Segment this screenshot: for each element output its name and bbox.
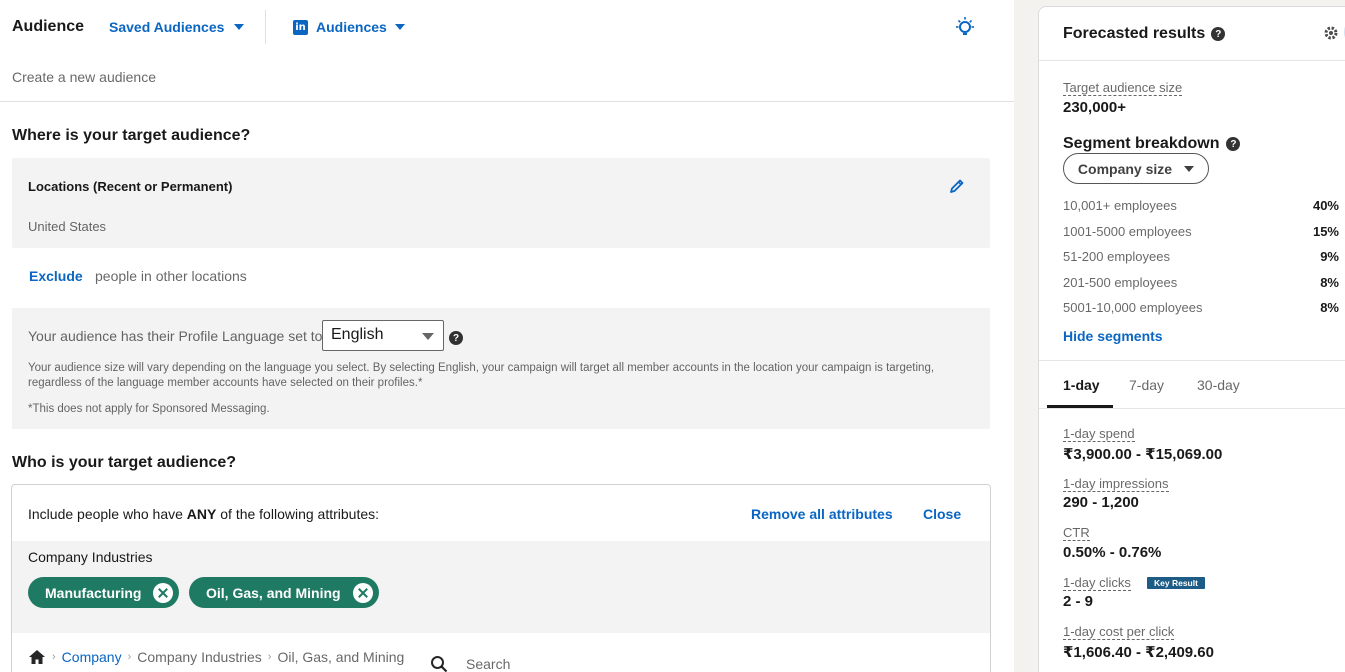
saved-audiences-label: Saved Audiences (109, 19, 225, 35)
audiences-label: Audiences (316, 19, 387, 35)
breadcrumb-separator: › (127, 651, 132, 663)
segment-row: 5001-10,000 employees 8% (1063, 300, 1339, 315)
segment-row: 51-200 employees 9% (1063, 249, 1339, 264)
target-audience-size-value: 230,000+ (1063, 99, 1126, 116)
locations-value: United States (28, 219, 107, 234)
who-heading: Who is your target audience? (12, 454, 237, 471)
breadcrumb-separator: › (267, 651, 272, 663)
forecast-panel: Forecasted results ? Target audience siz… (1038, 6, 1345, 672)
segment-row: 10,001+ employees 40% (1063, 198, 1339, 213)
home-icon[interactable] (28, 649, 46, 665)
industry-search[interactable]: Search (430, 655, 510, 672)
industries-label: Company Industries (28, 549, 153, 565)
language-card: Your audience has their Profile Language… (12, 308, 990, 429)
search-placeholder: Search (466, 656, 511, 672)
key-result-badge: Key Result (1147, 577, 1205, 589)
pill-oil-gas-mining[interactable]: Oil, Gas, and Mining (189, 577, 379, 608)
lightbulb-icon[interactable] (953, 15, 977, 39)
search-icon (431, 656, 448, 672)
help-icon[interactable]: ? (1211, 27, 1226, 41)
industries-section: Company Industries Manufacturing Oil, Ga… (12, 541, 990, 633)
metric-value-impressions: 290 - 1,200 (1063, 494, 1139, 511)
chevron-down-icon (1184, 165, 1195, 172)
metric-label-cpc: 1-day cost per click (1063, 624, 1175, 640)
help-icon[interactable]: ? (449, 331, 463, 345)
saved-audiences-dropdown[interactable]: Saved Audiences (109, 19, 245, 35)
include-description: Include people who have ANY of the follo… (28, 506, 380, 522)
remove-icon[interactable] (153, 582, 174, 603)
pencil-icon[interactable] (949, 178, 965, 194)
audience-editor: Audience Saved Audiences in Audiences Cr… (0, 0, 1014, 672)
language-footnote: *This does not apply for Sponsored Messa… (28, 403, 270, 415)
metric-value-clicks: 2 - 9 (1063, 593, 1094, 610)
breadcrumb: › Company › Company Industries › Oil, Ga… (28, 649, 404, 665)
language-selected-value: English (331, 326, 384, 343)
divider (0, 101, 1014, 102)
breadcrumb-company[interactable]: Company (62, 649, 122, 665)
language-label: Your audience has their Profile Language… (28, 328, 323, 344)
page-title: Audience (12, 18, 85, 35)
gear-icon[interactable] (1323, 25, 1339, 41)
language-select[interactable]: English (322, 320, 444, 351)
help-icon[interactable]: ? (1226, 137, 1241, 151)
language-note: Your audience size will vary depending o… (28, 362, 935, 389)
metric-value-ctr: 0.50% - 0.76% (1063, 544, 1162, 561)
attributes-card: Include people who have ANY of the follo… (11, 484, 991, 672)
linkedin-audiences-dropdown[interactable]: in Audiences (293, 19, 405, 35)
divider (1039, 60, 1345, 61)
chevron-down-icon (394, 24, 405, 30)
tab-30-day[interactable]: 30-day (1197, 377, 1240, 393)
metric-label-clicks: 1-day clicks (1063, 575, 1131, 591)
tab-7-day[interactable]: 7-day (1129, 377, 1164, 393)
target-audience-size-label: Target audience size (1063, 80, 1183, 96)
where-heading: Where is your target audience? (12, 127, 251, 144)
metric-value-cpc: ₹1,606.40 - ₹2,409.60 (1063, 644, 1214, 661)
forecast-title: Forecasted results ? (1063, 25, 1226, 43)
header-divider (265, 10, 266, 44)
exclude-description: people in other locations (95, 268, 247, 284)
close-link[interactable]: Close (923, 506, 961, 522)
hide-segments-link[interactable]: Hide segments (1063, 328, 1163, 344)
segment-row: 1001-5000 employees 15% (1063, 224, 1339, 239)
metric-label-ctr: CTR (1063, 525, 1090, 541)
linkedin-logo-icon: in (293, 19, 308, 35)
metric-value-spend: ₹3,900.00 - ₹15,069.00 (1063, 446, 1223, 463)
chevron-down-icon (234, 24, 245, 30)
locations-card: Locations (Recent or Permanent) United S… (12, 158, 990, 248)
exclude-link[interactable]: Exclude (29, 268, 83, 284)
breadcrumb-current: Oil, Gas, and Mining (277, 649, 405, 665)
pill-manufacturing[interactable]: Manufacturing (28, 577, 180, 608)
remove-icon[interactable] (352, 582, 373, 603)
segment-row: 201-500 employees 8% (1063, 275, 1339, 290)
metric-label-impressions: 1-day impressions (1063, 476, 1169, 492)
metric-label-spend: 1-day spend (1063, 426, 1135, 442)
divider (1039, 360, 1345, 361)
tab-1-day[interactable]: 1-day (1063, 377, 1100, 393)
locations-title: Locations (Recent or Permanent) (28, 179, 233, 194)
page-subtitle: Create a new audience (12, 69, 156, 85)
divider (1039, 408, 1345, 409)
remove-all-attributes-link[interactable]: Remove all attributes (751, 506, 893, 522)
dropdown-arrow-icon (422, 333, 434, 340)
segment-select[interactable]: Company size (1063, 153, 1209, 184)
segment-breakdown-title: Segment breakdown ? (1063, 135, 1241, 153)
breadcrumb-industries[interactable]: Company Industries (137, 649, 262, 665)
breadcrumb-separator: › (52, 651, 56, 663)
